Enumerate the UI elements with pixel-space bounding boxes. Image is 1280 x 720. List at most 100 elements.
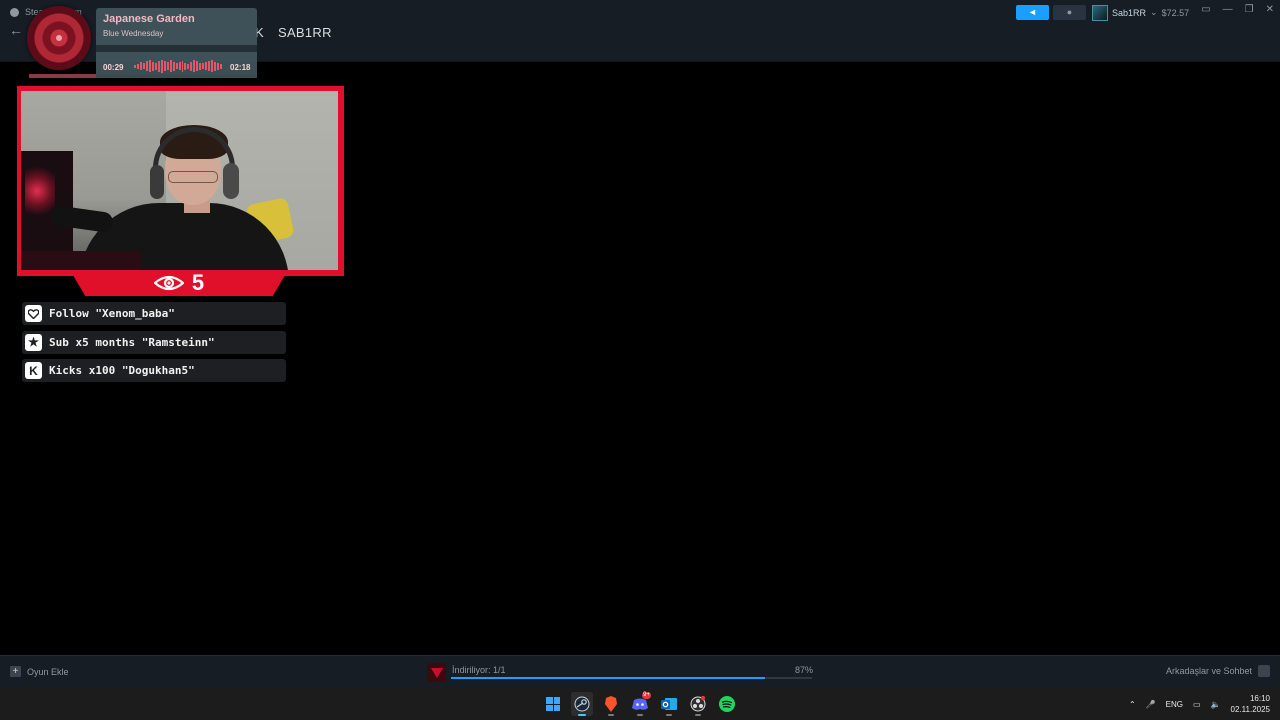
maximize-icon[interactable]: ❐ bbox=[1245, 4, 1254, 15]
elapsed-time: 00:29 bbox=[103, 63, 124, 72]
song-title: Japanese Garden bbox=[103, 13, 195, 25]
taskbar-apps: 9+ bbox=[542, 692, 738, 716]
brave-icon[interactable] bbox=[600, 692, 622, 716]
waveform-bar bbox=[157, 60, 160, 72]
plus-icon: + bbox=[10, 666, 21, 677]
announcements-button[interactable]: ◄ bbox=[1016, 5, 1049, 20]
download-game-thumbnail[interactable] bbox=[427, 663, 446, 682]
audio-waveform bbox=[134, 59, 223, 73]
date: 02.11.2025 bbox=[1230, 705, 1270, 714]
headphones-cup-right bbox=[223, 163, 239, 199]
download-percent: 87% bbox=[795, 665, 814, 675]
steam-bottom-bar: + Oyun Ekle İndiriliyor: 1/1 87% Arkadaş… bbox=[0, 655, 1280, 688]
back-arrow-icon[interactable]: ← bbox=[9, 22, 23, 38]
spotify-icon[interactable] bbox=[716, 692, 738, 716]
waveform-bar bbox=[217, 62, 220, 70]
waveform-bar bbox=[160, 59, 163, 73]
waveform-bar bbox=[187, 63, 190, 69]
chevron-up-icon[interactable]: ⌃ bbox=[1129, 700, 1136, 709]
event-kicks: K Kicks x100 "Dogukhan5" bbox=[22, 359, 286, 382]
minimize-icon[interactable]: — bbox=[1223, 4, 1233, 15]
song-artist: Blue Wednesday bbox=[103, 29, 164, 38]
widget-separator bbox=[96, 45, 257, 52]
waveform-bar bbox=[154, 62, 157, 70]
waveform-bar bbox=[139, 62, 142, 70]
waveform-bar bbox=[211, 60, 214, 72]
waveform-bar bbox=[196, 61, 199, 71]
waveform-bar bbox=[208, 61, 211, 71]
big-picture-icon[interactable]: ▭ bbox=[1201, 4, 1210, 15]
discord-badge: 9+ bbox=[642, 692, 651, 699]
windows-taskbar: 9+ ⌃ 🎤 ENG ▭ 🔈 16:10 02.11.2025 bbox=[0, 688, 1280, 720]
now-playing-widget: Japanese Garden Blue Wednesday 00:29 02:… bbox=[96, 8, 257, 78]
chat-icon bbox=[1258, 665, 1270, 677]
headphones-cup-left bbox=[150, 165, 164, 199]
waveform-bar bbox=[202, 63, 205, 69]
language-indicator[interactable]: ENG bbox=[1166, 700, 1183, 709]
download-progress-bar[interactable] bbox=[451, 677, 812, 679]
window-controls: ▭ — ❐ ✕ bbox=[1201, 4, 1274, 15]
event-follow: Follow "Xenom_baba" bbox=[22, 302, 286, 325]
album-art bbox=[27, 6, 91, 70]
waveform-bar bbox=[214, 61, 217, 71]
obs-icon[interactable] bbox=[687, 692, 709, 716]
waveform-bar bbox=[134, 64, 136, 68]
waveform-bar bbox=[148, 60, 151, 72]
chevron-down-icon: ⌄ bbox=[1150, 7, 1158, 17]
username: Sab1RR bbox=[1112, 7, 1147, 18]
waveform-bar bbox=[181, 60, 184, 72]
event-subscription: ★ Sub x5 months "Ramsteinn" bbox=[22, 330, 286, 354]
waveform-bar bbox=[178, 62, 181, 70]
steam-icon[interactable] bbox=[571, 692, 593, 716]
waveform-bar bbox=[193, 60, 196, 72]
friends-label: Arkadaşlar ve Sohbet bbox=[1165, 666, 1252, 676]
discord-icon[interactable]: 9+ bbox=[629, 692, 651, 716]
waveform-bar bbox=[145, 61, 148, 71]
waveform-bar bbox=[184, 62, 187, 70]
waveform-bar bbox=[151, 61, 154, 71]
steam-nav: K SAB1RR bbox=[255, 25, 332, 40]
waveform-bar bbox=[142, 63, 145, 69]
time: 16:10 bbox=[1249, 694, 1270, 703]
download-status[interactable]: İndiriliyor: 1/1 bbox=[452, 665, 506, 675]
stream-events-list: Follow "Xenom_baba" ★ Sub x5 months "Ram… bbox=[22, 302, 286, 388]
nav-item-profile[interactable]: SAB1RR bbox=[278, 25, 332, 40]
steam-logo-icon bbox=[10, 7, 19, 17]
waveform-bar bbox=[169, 60, 172, 72]
notifications-button[interactable]: ● bbox=[1053, 5, 1086, 20]
microphone-icon[interactable]: 🎤 bbox=[1146, 700, 1156, 709]
system-tray: ⌃ 🎤 ENG ▭ 🔈 16:10 02.11.2025 bbox=[1129, 688, 1270, 720]
avatar bbox=[1092, 4, 1108, 21]
screen: Steam Yardım ← K SAB1RR ◄ ● Sab1RR ⌄ $72… bbox=[0, 0, 1280, 720]
friends-chat-button[interactable]: Arkadaşlar ve Sohbet bbox=[1166, 665, 1270, 677]
webcam-feed bbox=[21, 91, 338, 270]
viewer-count-badge: 5 bbox=[70, 270, 288, 296]
close-icon[interactable]: ✕ bbox=[1266, 4, 1274, 15]
heart-icon bbox=[25, 305, 42, 322]
waveform-bar bbox=[166, 62, 169, 70]
waveform-bar bbox=[199, 62, 202, 70]
waveform-bar bbox=[136, 63, 139, 69]
clock[interactable]: 16:10 02.11.2025 bbox=[1231, 693, 1270, 715]
add-game-label: Oyun Ekle bbox=[27, 666, 69, 677]
widget-bottom-bar bbox=[96, 74, 257, 78]
waveform-bar bbox=[205, 62, 208, 70]
network-icon[interactable]: ▭ bbox=[1193, 700, 1201, 709]
volume-icon[interactable]: 🔈 bbox=[1211, 700, 1221, 709]
waveform-bar bbox=[190, 61, 193, 71]
event-text: Kicks x100 "Dogukhan5" bbox=[49, 364, 195, 377]
total-time: 02:18 bbox=[230, 63, 251, 72]
desk bbox=[21, 251, 141, 270]
star-icon: ★ bbox=[25, 333, 42, 351]
eye-icon bbox=[153, 275, 184, 291]
download-progress-fill bbox=[451, 677, 766, 679]
wallet-balance: $72.57 bbox=[1161, 7, 1190, 18]
waveform-bar bbox=[163, 61, 166, 71]
user-account-menu[interactable]: Sab1RR ⌄ $72.57 bbox=[1092, 4, 1189, 21]
event-text: Follow "Xenom_baba" bbox=[49, 307, 175, 320]
add-game-button[interactable]: + Oyun Ekle bbox=[10, 666, 69, 677]
event-text: Sub x5 months "Ramsteinn" bbox=[49, 335, 215, 349]
kick-icon: K bbox=[25, 362, 42, 379]
outlook-icon[interactable] bbox=[658, 692, 680, 716]
windows-start-icon[interactable] bbox=[542, 692, 564, 716]
